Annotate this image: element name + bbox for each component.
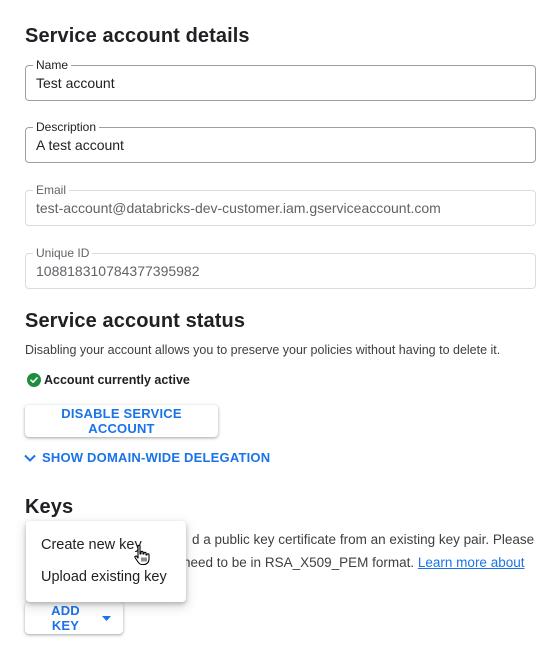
add-key-menu: Create new key Upload existing key xyxy=(26,521,186,602)
description-input[interactable] xyxy=(36,137,526,154)
keys-section-title: Keys xyxy=(25,496,74,518)
show-domain-wide-delegation-label: SHOW DOMAIN-WIDE DELEGATION xyxy=(42,450,271,465)
disable-service-account-button[interactable]: DISABLE SERVICE ACCOUNT xyxy=(25,405,218,437)
email-field-label: Email xyxy=(33,183,70,197)
details-section-title: Service account details xyxy=(25,25,250,47)
account-status: Account currently active xyxy=(27,373,190,387)
add-key-label: ADD KEY xyxy=(51,603,80,633)
name-field[interactable]: Name xyxy=(25,58,536,101)
email-value: test-account@databricks-dev-customer.iam… xyxy=(36,200,441,216)
unique-id-field-label: Unique ID xyxy=(33,246,93,260)
keys-desc-line-2-text: need to be in RSA_X509_PEM format. xyxy=(183,555,415,570)
unique-id-value: 108818310784377395982 xyxy=(36,263,200,279)
description-field-label: Description xyxy=(33,120,100,134)
menu-item-create-new-key[interactable]: Create new key xyxy=(26,529,186,561)
name-input[interactable] xyxy=(36,75,526,92)
show-domain-wide-delegation-link[interactable]: SHOW DOMAIN-WIDE DELEGATION xyxy=(24,450,270,465)
add-key-button[interactable]: ADD KEY xyxy=(25,602,123,634)
hand-pointer-cursor-icon xyxy=(134,544,150,566)
menu-item-upload-existing-key[interactable]: Upload existing key xyxy=(26,561,186,593)
chevron-down-icon xyxy=(24,454,36,462)
email-field: Email test-account@databricks-dev-custom… xyxy=(25,183,536,226)
learn-more-link[interactable]: Learn more about xyxy=(418,555,525,570)
check-circle-icon xyxy=(27,373,41,387)
description-field[interactable]: Description xyxy=(25,120,536,163)
status-description: Disabling your account allows you to pre… xyxy=(25,343,501,357)
name-field-label: Name xyxy=(33,58,72,72)
unique-id-field: Unique ID 108818310784377395982 xyxy=(25,246,536,289)
status-section-title: Service account status xyxy=(25,310,246,332)
disable-service-account-label: DISABLE SERVICE ACCOUNT xyxy=(61,406,182,436)
service-account-page: Service account details Name Description… xyxy=(0,0,554,653)
dropdown-arrow-icon xyxy=(102,615,111,621)
account-status-label: Account currently active xyxy=(44,373,190,387)
